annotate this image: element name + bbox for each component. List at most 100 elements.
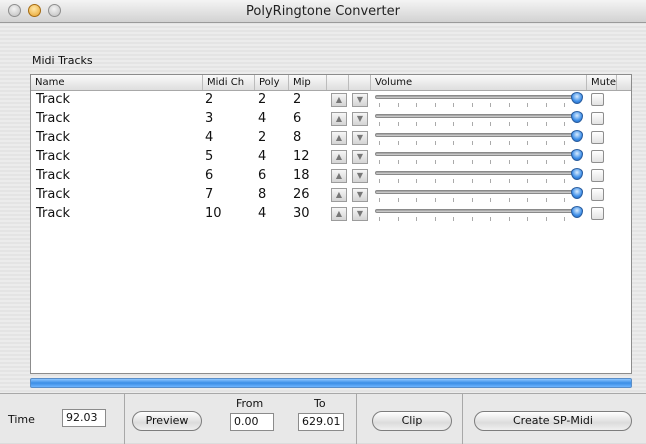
volume-knob[interactable] bbox=[571, 168, 583, 180]
mute-checkbox[interactable] bbox=[591, 93, 604, 106]
time-field[interactable]: 92.03 bbox=[62, 409, 106, 427]
move-up-button[interactable]: ▲ bbox=[331, 169, 347, 183]
table-row[interactable]: Track 10 4 30 ▲ ▼ bbox=[31, 205, 631, 224]
column-header-up[interactable] bbox=[327, 75, 349, 90]
table-row[interactable]: Track 7 8 26 ▲ ▼ bbox=[31, 186, 631, 205]
track-midi-ch: 5 bbox=[205, 149, 214, 164]
move-down-button[interactable]: ▼ bbox=[352, 93, 368, 107]
volume-tick bbox=[471, 122, 473, 126]
move-down-button[interactable]: ▼ bbox=[352, 188, 368, 202]
column-header-midi-ch[interactable]: Midi Ch bbox=[203, 75, 255, 90]
mute-checkbox[interactable] bbox=[591, 188, 604, 201]
column-header-poly[interactable]: Poly bbox=[255, 75, 289, 90]
volume-tick bbox=[490, 103, 491, 107]
volume-knob[interactable] bbox=[571, 149, 583, 161]
window-title: PolyRingtone Converter bbox=[246, 4, 400, 19]
mute-checkbox[interactable] bbox=[591, 131, 604, 144]
volume-tick bbox=[453, 103, 454, 107]
move-up-button[interactable]: ▲ bbox=[331, 131, 347, 145]
move-up-button[interactable]: ▲ bbox=[331, 112, 347, 126]
time-label: Time bbox=[8, 413, 35, 426]
move-up-button[interactable]: ▲ bbox=[331, 207, 347, 221]
column-header-volume[interactable]: Volume bbox=[371, 75, 587, 90]
volume-slider[interactable] bbox=[375, 187, 585, 204]
track-name: Track bbox=[36, 149, 71, 164]
table-row[interactable]: Track 4 2 8 ▲ ▼ bbox=[31, 129, 631, 148]
mute-checkbox[interactable] bbox=[591, 169, 604, 182]
track-poly: 2 bbox=[258, 130, 267, 145]
volume-tick bbox=[416, 217, 417, 221]
mute-checkbox[interactable] bbox=[591, 150, 604, 163]
volume-slider-track bbox=[375, 95, 579, 99]
volume-slider[interactable] bbox=[375, 149, 585, 166]
volume-tick bbox=[379, 103, 380, 107]
track-midi-ch: 7 bbox=[205, 187, 214, 202]
volume-knob[interactable] bbox=[571, 92, 583, 104]
table-row[interactable]: Track 5 4 12 ▲ ▼ bbox=[31, 148, 631, 167]
track-name: Track bbox=[36, 130, 71, 145]
volume-tick bbox=[508, 198, 510, 202]
main-window: PolyRingtone Converter Midi Tracks Name … bbox=[0, 0, 646, 444]
volume-tick bbox=[471, 160, 473, 164]
volume-slider-track bbox=[375, 171, 579, 175]
bottom-toolbar: Time 92.03 Preview From 0.00 To 629.01 C… bbox=[0, 393, 646, 444]
column-header-mute[interactable]: Mute bbox=[587, 75, 617, 90]
move-down-button[interactable]: ▼ bbox=[352, 112, 368, 126]
move-down-button[interactable]: ▼ bbox=[352, 150, 368, 164]
table-row[interactable]: Track 6 6 18 ▲ ▼ bbox=[31, 167, 631, 186]
volume-tick bbox=[453, 217, 454, 221]
track-mip: 18 bbox=[293, 168, 310, 183]
preview-button[interactable]: Preview bbox=[132, 411, 202, 431]
table-header: Name Midi Ch Poly Mip Volume Mute bbox=[31, 75, 631, 91]
move-down-button[interactable]: ▼ bbox=[352, 207, 368, 221]
move-up-button[interactable]: ▲ bbox=[331, 188, 347, 202]
midi-tracks-table: Name Midi Ch Poly Mip Volume Mute Track 2… bbox=[30, 74, 632, 374]
volume-tick bbox=[471, 198, 473, 202]
column-header-name[interactable]: Name bbox=[31, 75, 203, 90]
column-header-mip[interactable]: Mip bbox=[289, 75, 327, 90]
volume-tick bbox=[490, 217, 491, 221]
volume-tick bbox=[564, 160, 565, 164]
move-up-button[interactable]: ▲ bbox=[331, 150, 347, 164]
volume-tick bbox=[434, 122, 436, 126]
volume-slider-track bbox=[375, 152, 579, 156]
volume-tick bbox=[564, 179, 565, 183]
separator bbox=[356, 394, 357, 444]
volume-tick bbox=[490, 160, 491, 164]
clip-button[interactable]: Clip bbox=[372, 411, 452, 431]
progress-bar bbox=[30, 378, 632, 388]
volume-tick bbox=[527, 160, 528, 164]
track-name: Track bbox=[36, 187, 71, 202]
volume-slider[interactable] bbox=[375, 130, 585, 147]
volume-tick bbox=[508, 160, 510, 164]
volume-knob[interactable] bbox=[571, 206, 583, 218]
volume-knob[interactable] bbox=[571, 187, 583, 199]
volume-slider[interactable] bbox=[375, 111, 585, 128]
volume-tick bbox=[545, 198, 547, 202]
volume-tick bbox=[434, 141, 436, 145]
to-field[interactable]: 629.01 bbox=[298, 413, 344, 431]
volume-knob[interactable] bbox=[571, 130, 583, 142]
separator bbox=[124, 394, 125, 444]
track-mip: 6 bbox=[293, 111, 302, 126]
table-row[interactable]: Track 2 2 2 ▲ ▼ bbox=[31, 91, 631, 110]
volume-tick bbox=[397, 217, 399, 221]
volume-knob[interactable] bbox=[571, 111, 583, 123]
volume-tick bbox=[379, 122, 380, 126]
create-sp-midi-button[interactable]: Create SP-Midi bbox=[474, 411, 632, 431]
move-up-button[interactable]: ▲ bbox=[331, 93, 347, 107]
volume-slider[interactable] bbox=[375, 92, 585, 109]
volume-tick bbox=[527, 122, 528, 126]
from-field[interactable]: 0.00 bbox=[230, 413, 274, 431]
table-row[interactable]: Track 3 4 6 ▲ ▼ bbox=[31, 110, 631, 129]
move-down-button[interactable]: ▼ bbox=[352, 169, 368, 183]
track-poly: 8 bbox=[258, 187, 267, 202]
mute-checkbox[interactable] bbox=[591, 112, 604, 125]
volume-slider[interactable] bbox=[375, 206, 585, 223]
volume-slider[interactable] bbox=[375, 168, 585, 185]
mute-checkbox[interactable] bbox=[591, 207, 604, 220]
progress-fill bbox=[31, 379, 631, 387]
move-down-button[interactable]: ▼ bbox=[352, 131, 368, 145]
volume-tick bbox=[471, 217, 473, 221]
column-header-down[interactable] bbox=[349, 75, 371, 90]
